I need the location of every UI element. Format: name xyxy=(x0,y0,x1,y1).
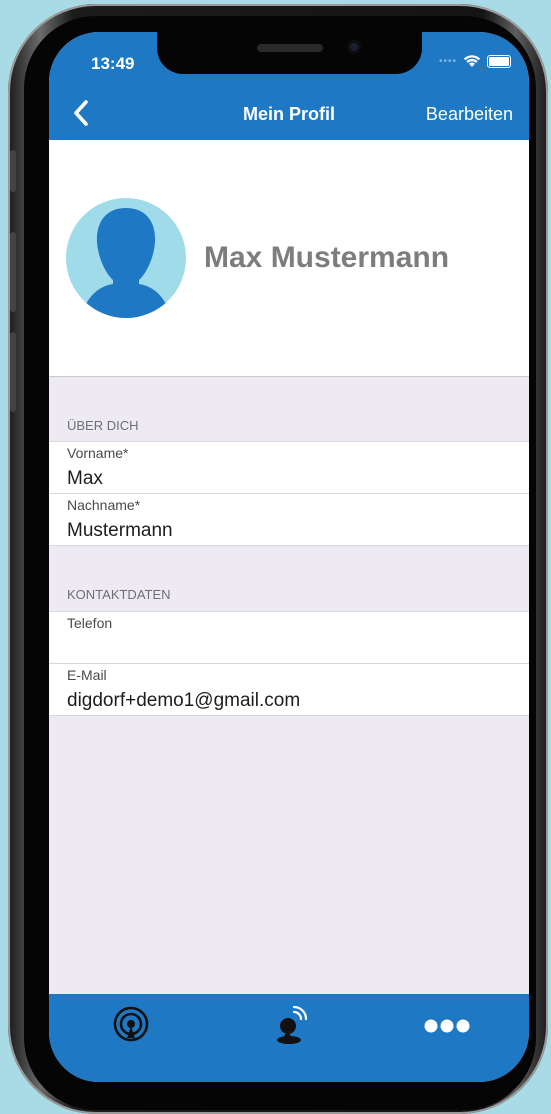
avatar xyxy=(66,198,186,318)
signal-icon: •••• xyxy=(438,56,457,67)
divider xyxy=(49,545,529,546)
field-label: E-Mail xyxy=(67,667,107,683)
email-field[interactable]: E-Mail digdorf+demo1@gmail.com xyxy=(49,663,529,716)
tab-bar xyxy=(49,994,529,1082)
notch xyxy=(157,32,422,74)
mute-switch xyxy=(10,150,16,192)
battery-icon xyxy=(487,55,511,68)
divider xyxy=(49,715,529,716)
field-value: digdorf+demo1@gmail.com xyxy=(67,690,301,711)
wifi-icon xyxy=(463,55,481,67)
status-time: 13:49 xyxy=(91,54,135,73)
field-value: Mustermann xyxy=(67,520,173,541)
more-dots-icon[interactable] xyxy=(415,1004,475,1044)
profile-name: Max Mustermann xyxy=(204,241,450,274)
phone-field[interactable]: Telefon xyxy=(49,611,529,664)
last-name-field[interactable]: Nachname* Mustermann xyxy=(49,493,529,546)
broadcast-icon[interactable] xyxy=(101,1004,161,1044)
phone-screen: 13:49 •••• Mein Profil Bearbeiten Max Mu… xyxy=(49,32,529,1082)
first-name-field[interactable]: Vorname* Max xyxy=(49,441,529,494)
field-value: Max xyxy=(67,468,103,489)
status-indicators: •••• xyxy=(439,55,511,68)
field-label: Vorname* xyxy=(67,445,129,461)
profile-header: Max Mustermann xyxy=(49,140,529,377)
field-label: Nachname* xyxy=(67,497,141,513)
person-silhouette-icon xyxy=(80,208,172,318)
section-header-contact: KONTAKTDATEN xyxy=(67,587,171,602)
speaker-grille xyxy=(257,44,323,52)
edit-button[interactable]: Bearbeiten xyxy=(426,104,513,125)
volume-up-button xyxy=(10,232,16,312)
front-camera xyxy=(347,40,361,54)
section-header-about: ÜBER DICH xyxy=(67,418,139,433)
person-signal-icon[interactable] xyxy=(259,1004,319,1044)
field-label: Telefon xyxy=(67,615,113,631)
volume-down-button xyxy=(10,332,16,412)
